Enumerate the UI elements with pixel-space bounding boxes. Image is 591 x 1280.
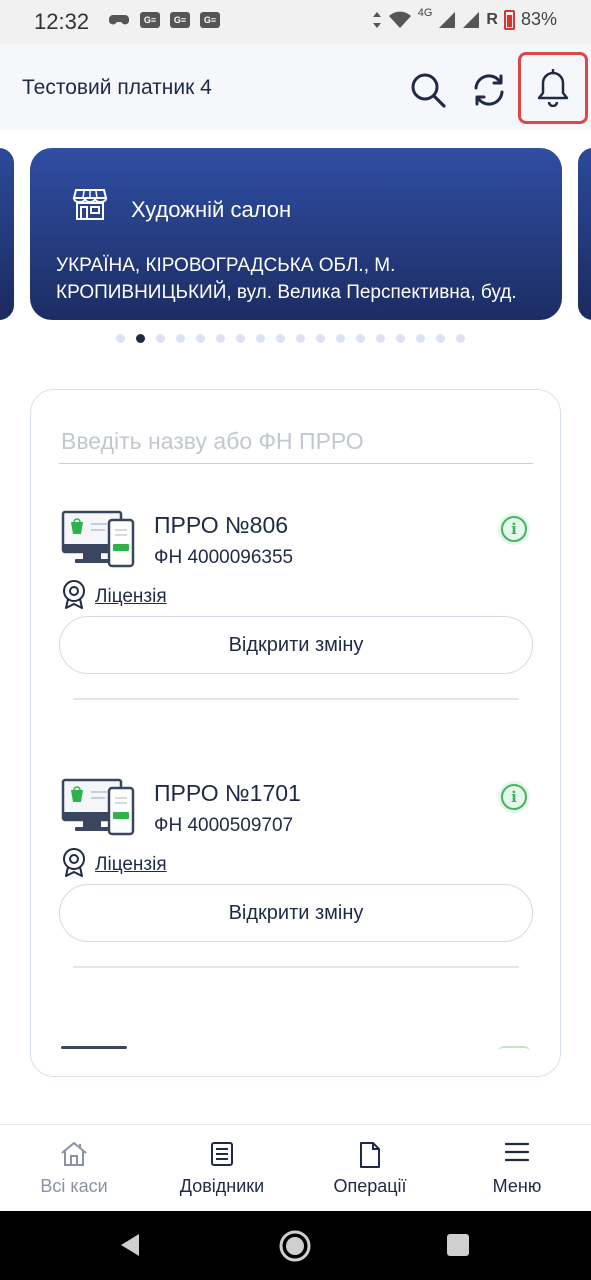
prro-item: ПРРО №806 ФН 4000096355 i Ліцензія Відкр…	[31, 510, 560, 810]
pagination-dot[interactable]	[276, 334, 285, 343]
payer-name[interactable]: Тестовий платник 4	[22, 76, 212, 100]
next-store-card[interactable]	[578, 148, 591, 320]
nav-directories[interactable]: Довідники	[148, 1125, 296, 1212]
prro-fiscal-number: ФН 4000509707	[154, 815, 294, 836]
store-address-line: КРОПИВНИЦЬКИЙ, вул. Велика Перспективна,…	[56, 282, 517, 303]
system-indicators: 4G R 83%	[372, 6, 557, 30]
info-icon: i	[501, 516, 527, 542]
pos-terminal-icon	[61, 510, 135, 568]
prro-list-panel: ПРРО №806 ФН 4000096355 i Ліцензія Відкр…	[30, 389, 561, 1077]
carousel-pagination[interactable]	[116, 334, 465, 343]
battery-percent: 83%	[520, 9, 557, 29]
store-name: Художній салон	[131, 197, 292, 222]
store-address-line: УКРАЇНА, КІРОВОГРАДСЬКА ОБЛ., М.	[56, 255, 396, 276]
nav-label: Довідники	[179, 1176, 265, 1196]
bottom-navigation: Всі каси Довідники Операції Меню	[0, 1124, 591, 1211]
nav-label: Операції	[333, 1176, 407, 1196]
sync-icon	[474, 74, 504, 106]
prro-info-button[interactable]: i	[498, 513, 530, 545]
pagination-dot[interactable]	[356, 334, 365, 343]
signal-icon	[463, 11, 480, 28]
pagination-dot[interactable]	[256, 334, 265, 343]
sync-button[interactable]	[465, 66, 513, 114]
license-link[interactable]: Ліцензія	[95, 586, 167, 608]
pagination-dot[interactable]	[116, 334, 125, 343]
pagination-dot[interactable]	[316, 334, 325, 343]
pagination-dot-active[interactable]	[136, 334, 145, 343]
store-icon	[72, 189, 108, 220]
search-button[interactable]	[404, 66, 452, 114]
pagination-dot[interactable]	[176, 334, 185, 343]
data-arrows-icon	[372, 11, 381, 28]
app-notification-icon: G≡	[170, 12, 190, 28]
nav-all-registers[interactable]: Всі каси	[0, 1125, 148, 1212]
search-icon	[411, 73, 446, 108]
prro-item: ПРРО №1701 ФН 4000509707 i Ліцензія Відк…	[31, 778, 560, 1076]
prro-search-input[interactable]	[59, 420, 533, 463]
pagination-dot[interactable]	[216, 334, 225, 343]
license-link[interactable]: Ліцензія	[95, 854, 167, 876]
nav-label: Всі каси	[40, 1176, 108, 1196]
notification-icons: G≡ G≡ G≡	[108, 12, 220, 28]
signal-icon	[439, 11, 456, 28]
license-icon	[63, 848, 85, 877]
recents-icon[interactable]	[447, 1234, 469, 1256]
status-time: 12:32	[34, 9, 90, 34]
app-notification-icon: G≡	[200, 12, 220, 28]
status-bar: 12:32 G≡ G≡ G≡ 4G R 83%	[0, 0, 591, 44]
pos-terminal-icon	[61, 778, 135, 836]
wifi-icon	[388, 11, 411, 28]
home-icon	[61, 1142, 87, 1166]
pagination-dot[interactable]	[396, 334, 405, 343]
network-type: 4G	[417, 6, 433, 19]
prro-name: ПРРО №806	[154, 512, 289, 538]
nav-menu[interactable]: Меню	[443, 1125, 591, 1212]
open-shift-button[interactable]: Відкрити зміну	[59, 616, 533, 674]
pagination-dot[interactable]	[236, 334, 245, 343]
notifications-button[interactable]	[518, 52, 588, 124]
nav-operations[interactable]: Операції	[296, 1125, 444, 1212]
back-icon[interactable]	[119, 1233, 141, 1257]
info-icon: i	[501, 784, 527, 810]
pagination-dot[interactable]	[296, 334, 305, 343]
hamburger-icon	[504, 1142, 530, 1162]
store-carousel[interactable]: Художній салон УКРАЇНА, КІРОВОГРАДСЬКА О…	[0, 148, 591, 320]
document-list-icon	[211, 1142, 233, 1166]
app-header: Тестовий платник 4	[0, 44, 591, 130]
divider	[73, 966, 519, 968]
pagination-dot[interactable]	[336, 334, 345, 343]
prro-search-field[interactable]	[59, 420, 533, 464]
pagination-dot[interactable]	[196, 334, 205, 343]
system-navigation-bar	[0, 1211, 591, 1280]
pagination-dot[interactable]	[416, 334, 425, 343]
nav-label: Меню	[492, 1176, 542, 1196]
gamepad-icon	[109, 15, 129, 25]
bell-icon	[537, 69, 569, 107]
prro-item-partial	[61, 1046, 127, 1049]
previous-store-card[interactable]	[0, 148, 14, 320]
divider	[73, 698, 519, 700]
pagination-dot[interactable]	[436, 334, 445, 343]
store-card[interactable]: Художній салон УКРАЇНА, КІРОВОГРАДСЬКА О…	[30, 148, 562, 320]
home-button-icon[interactable]	[278, 1229, 312, 1263]
app-notification-icon: G≡	[140, 12, 160, 28]
pagination-dot[interactable]	[156, 334, 165, 343]
open-shift-button[interactable]: Відкрити зміну	[59, 884, 533, 942]
battery-icon	[503, 9, 515, 30]
prro-fiscal-number: ФН 4000096355	[154, 547, 294, 568]
file-icon	[360, 1142, 380, 1168]
pagination-dot[interactable]	[376, 334, 385, 343]
roaming-indicator: R	[486, 10, 498, 28]
license-icon	[63, 580, 85, 609]
prro-info-button[interactable]: i	[498, 781, 530, 813]
store-address: УКРАЇНА, КІРОВОГРАДСЬКА ОБЛ., М. КРОПИВН…	[56, 252, 546, 306]
prro-name: ПРРО №1701	[154, 780, 301, 806]
prro-info-button-partial	[498, 1046, 530, 1052]
pagination-dot[interactable]	[456, 334, 465, 343]
